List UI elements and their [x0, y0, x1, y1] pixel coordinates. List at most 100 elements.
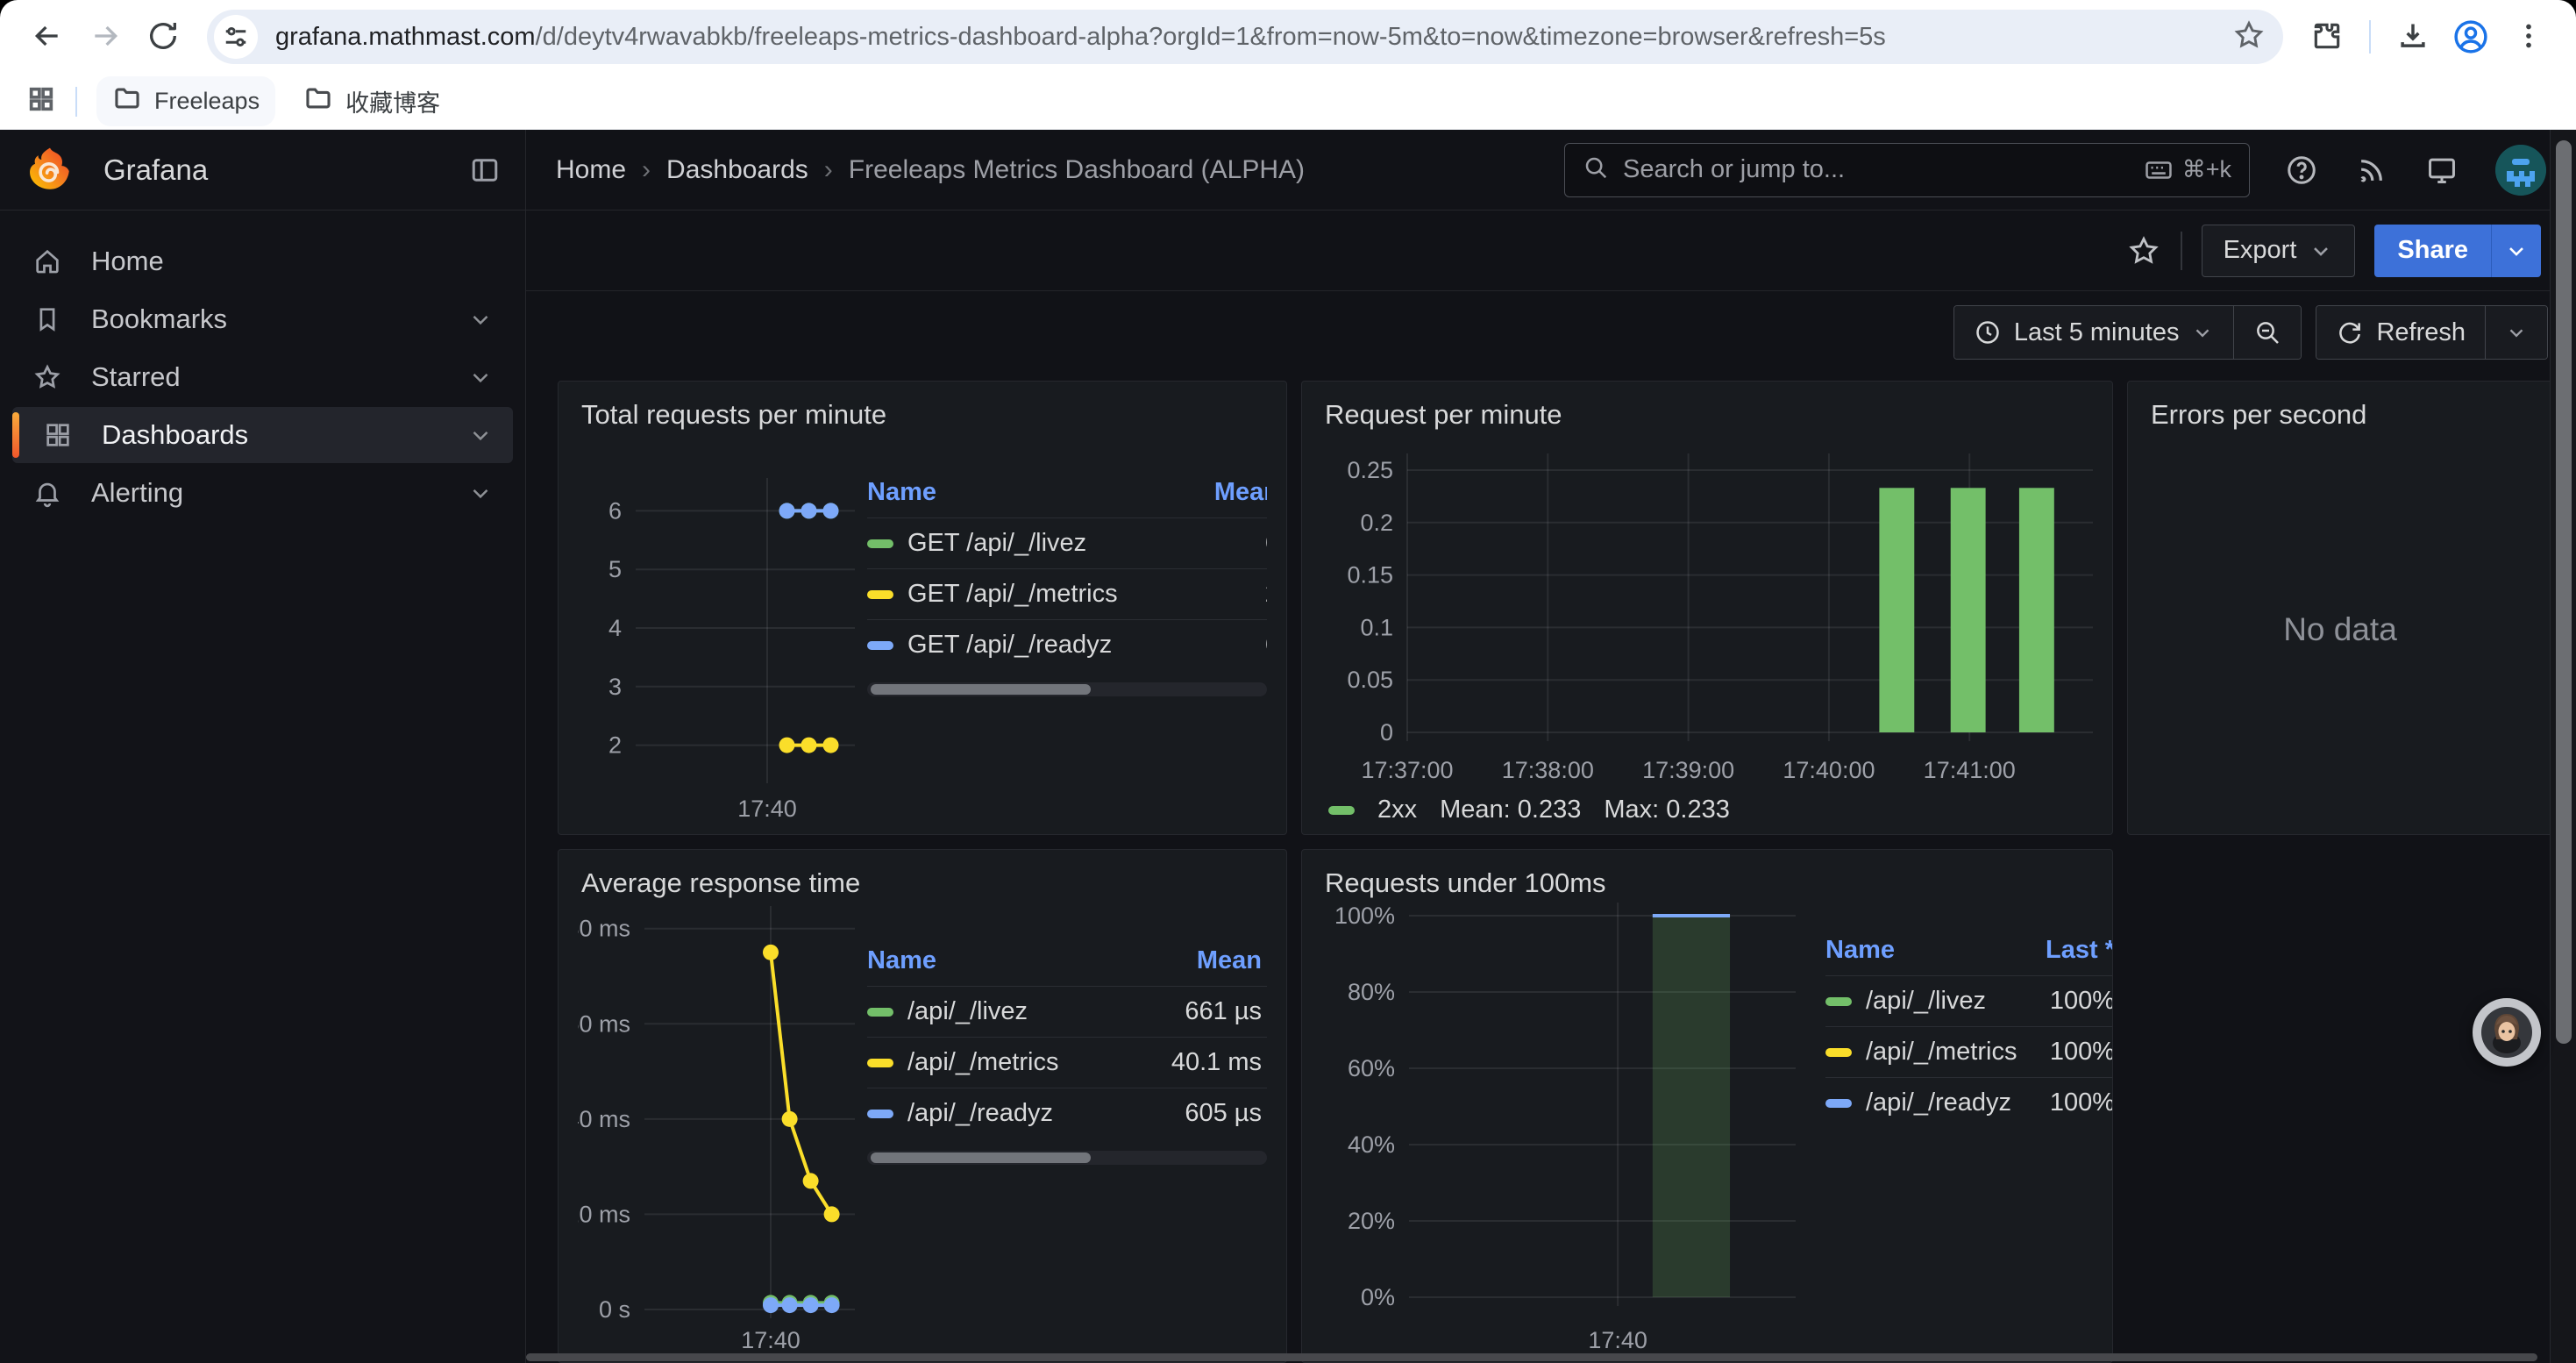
- legend-mean: Mean: 0.233: [1440, 796, 1581, 824]
- help-icon[interactable]: [2285, 153, 2318, 187]
- reload-button[interactable]: [139, 12, 188, 61]
- address-bar[interactable]: grafana.mathmast.com/d/deytv4rwavabkb/fr…: [207, 10, 2283, 64]
- sidebar-item-starred[interactable]: Starred: [12, 349, 513, 405]
- grafana-sidebar: Grafana Home Bookmarks: [0, 130, 526, 1363]
- refresh-interval-button[interactable]: [2485, 306, 2547, 359]
- sidebar-item-dashboards[interactable]: Dashboards: [12, 407, 513, 463]
- legend-inline[interactable]: 2xx Mean: 0.233 Max: 0.233: [1321, 789, 2093, 835]
- bookmark-star-icon[interactable]: [2232, 18, 2266, 56]
- panel-title: Total requests per minute: [578, 394, 1267, 434]
- request-per-minute-chart[interactable]: 0.250.20.150.10.05017:37:0017:38:0017:39…: [1321, 434, 2105, 789]
- apps-grid-icon[interactable]: [26, 84, 56, 118]
- page-scrollbar-thumb[interactable]: [2556, 140, 2572, 1044]
- favorite-star-icon[interactable]: [2126, 233, 2161, 268]
- monitor-icon[interactable]: [2425, 153, 2459, 187]
- chevron-down-icon[interactable]: [467, 480, 494, 506]
- profile-button[interactable]: [2446, 12, 2495, 61]
- legend-row[interactable]: GET /api/_/metrics: [867, 568, 1183, 619]
- forward-button[interactable]: [81, 12, 130, 61]
- export-button[interactable]: Export: [2202, 225, 2356, 277]
- keyboard-shortcut-hint: ⌘+k: [2144, 155, 2231, 185]
- legend-row[interactable]: /api/_/metrics: [867, 1037, 1130, 1088]
- no-data-message: No data: [2147, 434, 2533, 825]
- sidebar-item-label: Dashboards: [102, 419, 248, 451]
- grafana-header: Home › Dashboards › Freeleaps Metrics Da…: [526, 130, 2576, 211]
- panel-requests-under-100ms[interactable]: Requests under 100ms 100%80%60%40%20%0%1…: [1301, 849, 2113, 1363]
- refresh-button[interactable]: Refresh: [2316, 306, 2485, 359]
- legend-scrollbar[interactable]: [867, 682, 1267, 696]
- chevron-down-icon[interactable]: [467, 306, 494, 332]
- legend-row[interactable]: /api/_/readyz: [1825, 1077, 2018, 1128]
- grafana-brand-title: Grafana: [103, 153, 469, 187]
- chevron-down-icon[interactable]: [467, 422, 494, 448]
- total-requests-chart[interactable]: 6543217:40: [578, 434, 867, 827]
- extensions-button[interactable]: [2302, 12, 2352, 61]
- dock-sidebar-icon[interactable]: [469, 154, 501, 186]
- share-button[interactable]: Share: [2374, 225, 2491, 277]
- legend-series-name: 2xx: [1377, 796, 1417, 824]
- downloads-button[interactable]: [2388, 12, 2437, 61]
- search-placeholder: Search or jump to...: [1623, 155, 2130, 184]
- sidebar-item-alerting[interactable]: Alerting: [12, 465, 513, 521]
- bookmark-folder-blogs[interactable]: 收藏博客: [288, 76, 456, 126]
- keyboard-icon: [2144, 155, 2174, 185]
- zoom-out-time-button[interactable]: [2233, 306, 2301, 359]
- legend-header-name[interactable]: Name: [867, 939, 1130, 986]
- grafana-main: Home › Dashboards › Freeleaps Metrics Da…: [526, 130, 2576, 1363]
- series-swatch-green: [1328, 806, 1355, 815]
- search-input[interactable]: Search or jump to... ⌘+k: [1564, 143, 2250, 197]
- legend-header-name[interactable]: Name: [867, 471, 1183, 517]
- panel-total-requests[interactable]: Total requests per minute 6543217:40 Nam…: [558, 381, 1287, 835]
- svg-text:0: 0: [1380, 719, 1393, 746]
- bookmark-icon: [32, 304, 63, 334]
- legend-row[interactable]: /api/_/readyz: [867, 1088, 1130, 1138]
- assistant-avatar-image: [2477, 1003, 2537, 1062]
- sidebar-item-home[interactable]: Home: [12, 233, 513, 289]
- legend-value: 605 µs: [1130, 1088, 1262, 1138]
- back-button[interactable]: [23, 12, 72, 61]
- svg-text:17:40: 17:40: [1588, 1327, 1647, 1353]
- legend-header-mean[interactable]: Mean: [1130, 939, 1262, 986]
- legend-value: 620 µs: [1262, 1088, 1267, 1138]
- panel-errors-per-second[interactable]: Errors per second No data: [2127, 381, 2553, 835]
- legend-scrollbar[interactable]: [867, 1151, 1267, 1165]
- legend-row[interactable]: GET /api/_/livez: [867, 517, 1183, 568]
- breadcrumb-home[interactable]: Home: [556, 155, 626, 185]
- avg-response-time-chart[interactable]: 80 ms60 ms40 ms20 ms0 s17:40: [578, 903, 867, 1359]
- sidebar-item-bookmarks[interactable]: Bookmarks: [12, 291, 513, 347]
- folder-icon: [303, 83, 333, 119]
- series-swatch-yellow: [867, 1059, 893, 1067]
- legend-header-last[interactable]: Last *: [2018, 929, 2113, 975]
- legend-header-last[interactable]: Last *: [1262, 939, 1267, 986]
- svg-text:0.05: 0.05: [1347, 667, 1393, 693]
- requests-under-100ms-chart[interactable]: 100%80%60%40%20%0%17:40: [1321, 903, 1799, 1359]
- legend-value: 6: [1183, 517, 1267, 568]
- legend-row[interactable]: /api/_/livez: [867, 986, 1130, 1037]
- legend-value: 100%: [2018, 1026, 2113, 1077]
- user-avatar[interactable]: [2495, 145, 2546, 196]
- chevron-down-icon[interactable]: [467, 364, 494, 390]
- horizontal-scrollbar[interactable]: [526, 1353, 2537, 1361]
- news-rss-icon[interactable]: [2355, 153, 2388, 187]
- assistant-avatar[interactable]: [2473, 998, 2541, 1067]
- grafana-logo[interactable]: [25, 145, 75, 196]
- legend-row[interactable]: /api/_/livez: [1825, 975, 2018, 1026]
- panel-avg-response-time[interactable]: Average response time 80 ms60 ms40 ms20 …: [558, 849, 1287, 1363]
- panel-row-1: Total requests per minute 6543217:40 Nam…: [558, 381, 2553, 835]
- svg-text:17:40: 17:40: [737, 796, 797, 822]
- legend-value: 20.5 ms: [1262, 1037, 1267, 1088]
- legend-header-mean[interactable]: Mean: [1183, 471, 1267, 517]
- panel-request-per-minute[interactable]: Request per minute 0.250.20.150.10.05017…: [1301, 381, 2113, 835]
- legend-header-name[interactable]: Name: [1825, 929, 2018, 975]
- svg-text:100%: 100%: [1334, 903, 1395, 929]
- breadcrumb-dashboards[interactable]: Dashboards: [666, 155, 808, 185]
- legend-row[interactable]: /api/_/metrics: [1825, 1026, 2018, 1077]
- time-range-picker[interactable]: Last 5 minutes: [1954, 306, 2234, 359]
- svg-text:20%: 20%: [1348, 1208, 1395, 1234]
- browser-menu-button[interactable]: [2504, 12, 2553, 61]
- site-settings-icon[interactable]: [214, 15, 258, 59]
- legend-row[interactable]: GET /api/_/readyz: [867, 619, 1183, 670]
- svg-text:0.15: 0.15: [1347, 562, 1393, 589]
- share-menu-button[interactable]: [2491, 225, 2541, 277]
- bookmark-folder-freeleaps[interactable]: Freeleaps: [96, 76, 275, 126]
